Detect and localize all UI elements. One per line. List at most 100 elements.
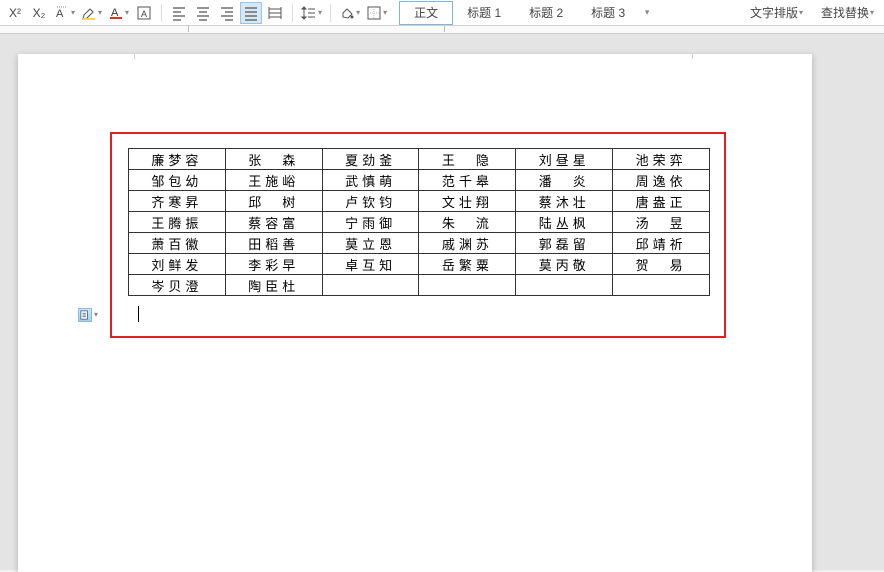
table-cell[interactable]: 唐盎正 <box>613 191 710 212</box>
text-layout-button[interactable]: 文字排版▾ <box>744 4 809 21</box>
subscript-button[interactable]: X₂ <box>28 2 50 24</box>
find-replace-button[interactable]: 查找替换▾ <box>815 4 880 21</box>
table-cell[interactable]: 武慎萌 <box>322 170 419 191</box>
ruler <box>0 26 884 34</box>
table-cell[interactable]: 郭磊留 <box>516 233 613 254</box>
table-cell[interactable]: 朱 流 <box>419 212 516 233</box>
table-cell[interactable]: 蔡容富 <box>225 212 322 233</box>
text-layout-label: 文字排版 <box>750 4 798 21</box>
table-cell[interactable]: 廉梦容 <box>129 149 226 170</box>
table-cell[interactable]: 岑贝澄 <box>129 275 226 296</box>
table-row[interactable]: 邹包幼 王施峪 武慎萌 范千皋 潘 炎 周逸依 <box>129 170 710 191</box>
names-table[interactable]: 廉梦容 张 森 夏劲釜 王 隐 刘昼星 池荣弈 邹包幼 王施峪 武慎萌 范千皋 … <box>128 148 710 296</box>
font-color-button[interactable]: A▾ <box>106 2 131 24</box>
dropdown-caret-icon: ▾ <box>356 8 360 17</box>
table-cell[interactable]: 陆丛枫 <box>516 212 613 233</box>
distribute-icon <box>267 5 283 21</box>
style-h3[interactable]: 标题 3 <box>577 1 639 25</box>
align-center-icon <box>195 5 211 21</box>
table-cell[interactable]: 王腾振 <box>129 212 226 233</box>
align-right-button[interactable] <box>216 2 238 24</box>
table-cell[interactable]: 周逸依 <box>613 170 710 191</box>
table-cell[interactable]: 王 隐 <box>419 149 516 170</box>
table-cell[interactable]: 莫丙敬 <box>516 254 613 275</box>
line-spacing-button[interactable]: ▾ <box>299 2 324 24</box>
table-cell[interactable]: 张 森 <box>225 149 322 170</box>
margin-tick <box>134 54 135 59</box>
toolbar-divider <box>161 4 162 22</box>
superscript-button[interactable]: X² <box>4 2 26 24</box>
align-justify-button[interactable] <box>240 2 262 24</box>
table-cell[interactable]: 卓互知 <box>322 254 419 275</box>
dropdown-caret-icon: ▾ <box>125 8 129 17</box>
font-color-icon: A <box>108 5 124 21</box>
char-border-icon: A <box>136 5 152 21</box>
align-center-button[interactable] <box>192 2 214 24</box>
style-h3-label: 标题 3 <box>591 4 625 21</box>
align-left-button[interactable] <box>168 2 190 24</box>
table-cell[interactable]: 邹包幼 <box>129 170 226 191</box>
table-cell[interactable]: 范千皋 <box>419 170 516 191</box>
text-cursor <box>138 306 139 322</box>
table-cell[interactable]: 刘鲜发 <box>129 254 226 275</box>
table-cell[interactable]: 王施峪 <box>225 170 322 191</box>
table-cell[interactable]: 潘 炎 <box>516 170 613 191</box>
table-cell[interactable]: 莫立恩 <box>322 233 419 254</box>
table-cell[interactable] <box>613 275 710 296</box>
document-workspace: 廉梦容 张 森 夏劲釜 王 隐 刘昼星 池荣弈 邹包幼 王施峪 武慎萌 范千皋 … <box>0 34 884 570</box>
table-row[interactable]: 齐寒昇 邱 树 卢钦钧 文壮翔 蔡沐壮 唐盎正 <box>129 191 710 212</box>
style-h2[interactable]: 标题 2 <box>515 1 577 25</box>
toolbar-divider <box>292 4 293 22</box>
table-row[interactable]: 王腾振 蔡容富 宁雨御 朱 流 陆丛枫 汤 昱 <box>129 212 710 233</box>
table-cell[interactable]: 田稻善 <box>225 233 322 254</box>
table-cell[interactable]: 汤 昱 <box>613 212 710 233</box>
svg-text:A: A <box>56 8 64 20</box>
table-cell[interactable]: 李彩早 <box>225 254 322 275</box>
style-more-button[interactable]: ▾ <box>639 7 655 18</box>
table-cell[interactable]: 邱 树 <box>225 191 322 212</box>
table-cell[interactable]: 池荣弈 <box>613 149 710 170</box>
table-row[interactable]: 廉梦容 张 森 夏劲釜 王 隐 刘昼星 池荣弈 <box>129 149 710 170</box>
distribute-button[interactable] <box>264 2 286 24</box>
dropdown-caret-icon: ▾ <box>383 8 387 17</box>
table-cell[interactable]: 卢钦钧 <box>322 191 419 212</box>
table-cell[interactable]: 蔡沐壮 <box>516 191 613 212</box>
style-body[interactable]: 正文 <box>399 1 453 25</box>
margin-tick <box>692 54 693 59</box>
table-cell[interactable]: 陶臣杜 <box>225 275 322 296</box>
table-cell[interactable]: 文壮翔 <box>419 191 516 212</box>
table-cell[interactable]: 岳繁粟 <box>419 254 516 275</box>
paragraph-layout-icon[interactable] <box>78 308 92 322</box>
dropdown-caret-icon: ▾ <box>799 8 803 17</box>
paragraph-layout-caret-icon[interactable]: ▾ <box>94 310 98 319</box>
table-cell[interactable] <box>516 275 613 296</box>
names-table-body: 廉梦容 张 森 夏劲釜 王 隐 刘昼星 池荣弈 邹包幼 王施峪 武慎萌 范千皋 … <box>129 149 710 296</box>
svg-text:A: A <box>141 9 147 19</box>
shading-button[interactable]: ▾ <box>337 2 362 24</box>
table-cell[interactable] <box>322 275 419 296</box>
style-h1[interactable]: 标题 1 <box>453 1 515 25</box>
align-justify-icon <box>243 5 259 21</box>
table-cell[interactable]: 贺 易 <box>613 254 710 275</box>
char-border-button[interactable]: A <box>133 2 155 24</box>
table-cell[interactable]: 萧百徽 <box>129 233 226 254</box>
dropdown-caret-icon: ▾ <box>98 8 102 17</box>
phonetic-icon: A <box>54 5 70 21</box>
style-body-label: 正文 <box>414 4 438 21</box>
table-cell[interactable] <box>419 275 516 296</box>
table-row[interactable]: 萧百徽 田稻善 莫立恩 戚渊苏 郭磊留 邱靖祈 <box>129 233 710 254</box>
phonetic-guide-button[interactable]: A▾ <box>52 2 77 24</box>
table-row[interactable]: 岑贝澄 陶臣杜 <box>129 275 710 296</box>
toolbar-divider <box>330 4 331 22</box>
table-cell[interactable]: 刘昼星 <box>516 149 613 170</box>
table-cell[interactable]: 夏劲釜 <box>322 149 419 170</box>
table-cell[interactable]: 邱靖祈 <box>613 233 710 254</box>
document-page[interactable]: 廉梦容 张 森 夏劲釜 王 隐 刘昼星 池荣弈 邹包幼 王施峪 武慎萌 范千皋 … <box>18 54 812 572</box>
borders-button[interactable]: ▾ <box>364 2 389 24</box>
table-cell[interactable]: 齐寒昇 <box>129 191 226 212</box>
table-row[interactable]: 刘鲜发 李彩早 卓互知 岳繁粟 莫丙敬 贺 易 <box>129 254 710 275</box>
table-cell[interactable]: 宁雨御 <box>322 212 419 233</box>
style-gallery: 正文 标题 1 标题 2 标题 3 ▾ <box>399 0 655 26</box>
table-cell[interactable]: 戚渊苏 <box>419 233 516 254</box>
highlight-button[interactable]: ▾ <box>79 2 104 24</box>
